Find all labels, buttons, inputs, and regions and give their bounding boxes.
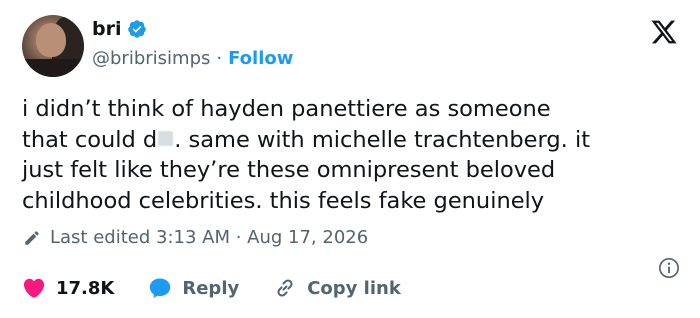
like-count: 17.8K — [56, 277, 115, 299]
avatar-face — [36, 23, 66, 57]
avatar-body — [22, 59, 84, 77]
x-logo-icon[interactable] — [650, 18, 678, 46]
name-row: bri — [92, 18, 147, 40]
handle-row: @bribrisimps · Follow — [92, 48, 293, 69]
censored-blur — [158, 130, 174, 146]
pencil-icon — [25, 230, 39, 245]
avatar[interactable] — [22, 15, 84, 77]
like-button[interactable]: 17.8K — [22, 276, 114, 300]
info-icon[interactable] — [658, 257, 680, 279]
follow-button[interactable]: Follow — [228, 48, 293, 69]
link-icon — [277, 279, 293, 297]
tweet-text: i didn’t think of hayden panettiere as s… — [22, 94, 682, 216]
copy-link-label: Copy link — [307, 277, 401, 299]
copy-link-button[interactable]: Copy link — [273, 276, 401, 300]
action-bar: 17.8K Reply Copy link — [22, 276, 435, 300]
edited-row[interactable]: Last edited 3:13 AM · Aug 17, 2026 — [22, 227, 368, 248]
heart-icon — [23, 278, 45, 298]
reply-button[interactable]: Reply — [148, 276, 239, 300]
verified-badge-icon — [127, 19, 147, 39]
edited-timestamp[interactable]: Last edited 3:13 AM · Aug 17, 2026 — [50, 227, 368, 248]
user-handle[interactable]: @bribrisimps — [92, 48, 210, 69]
separator-dot: · — [216, 48, 223, 69]
reply-label: Reply — [182, 277, 240, 299]
display-name[interactable]: bri — [92, 18, 121, 40]
reply-bubble-icon — [150, 278, 171, 298]
